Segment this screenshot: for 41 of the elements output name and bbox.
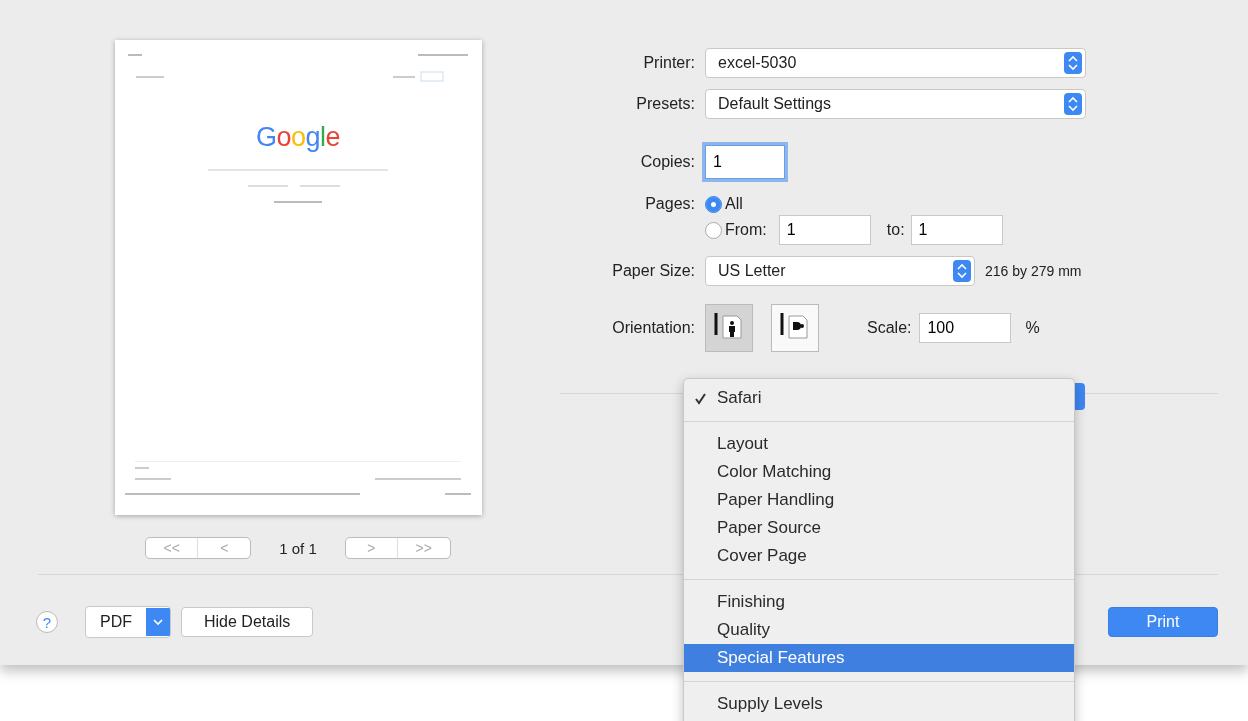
help-button[interactable]: ? <box>36 611 58 633</box>
stepper-icon <box>1064 52 1082 74</box>
unit-label: % <box>1025 319 1040 337</box>
menu-item[interactable]: Paper Source <box>684 514 1074 542</box>
menu-item[interactable]: Special Features <box>684 644 1074 672</box>
menu-item[interactable]: Quality <box>684 616 1074 644</box>
field-label: Orientation: <box>611 319 695 337</box>
field-label: Copies: <box>639 153 695 171</box>
menu-item[interactable]: Cover Page <box>684 542 1074 570</box>
copies-field[interactable]: 1 <box>705 145 785 179</box>
to-page-field[interactable]: 1 <box>910 215 1003 245</box>
field-label: Paper Size: <box>611 262 695 280</box>
paper-dimensions: 216 by 279 mm <box>985 263 1082 279</box>
paper-size-popup[interactable]: US Letter <box>705 256 975 286</box>
portrait-button[interactable] <box>705 304 753 352</box>
menu-item[interactable]: Finishing <box>684 588 1074 616</box>
all-pages-radio[interactable]: All <box>705 195 743 213</box>
stepper-icon <box>1064 93 1082 115</box>
field-label: Presets: <box>635 95 695 113</box>
pdf-menu-button[interactable]: PDF <box>85 606 171 638</box>
scale-field[interactable]: 100 <box>919 313 1012 343</box>
menu-item[interactable]: Paper Handling <box>684 486 1074 514</box>
field-label: to: <box>886 221 905 239</box>
from-page-field[interactable]: 1 <box>778 215 871 245</box>
landscape-button[interactable] <box>771 304 819 352</box>
menu-item[interactable]: Color Matching <box>684 458 1074 486</box>
presets-popup[interactable]: Default Settings <box>705 89 1086 119</box>
field-label: Pages: <box>644 195 695 213</box>
print-button[interactable]: Print <box>1108 607 1218 637</box>
stepper-icon <box>953 260 971 282</box>
chevron-down-icon <box>146 608 170 636</box>
printer-popup[interactable]: excel-5030 <box>705 48 1086 78</box>
menu-item[interactable]: Layout <box>684 430 1074 458</box>
menu-item[interactable]: Safari <box>684 384 1074 412</box>
google-logo: Google <box>255 122 341 153</box>
page-range-radio[interactable]: From: <box>705 221 767 239</box>
hide-details-button[interactable]: Hide Details <box>181 607 314 637</box>
field-label: Scale: <box>867 319 912 337</box>
page-count: 1 of 1 <box>279 539 317 557</box>
menu-item[interactable]: Supply Levels <box>684 690 1074 718</box>
field-label: Printer: <box>642 54 695 72</box>
